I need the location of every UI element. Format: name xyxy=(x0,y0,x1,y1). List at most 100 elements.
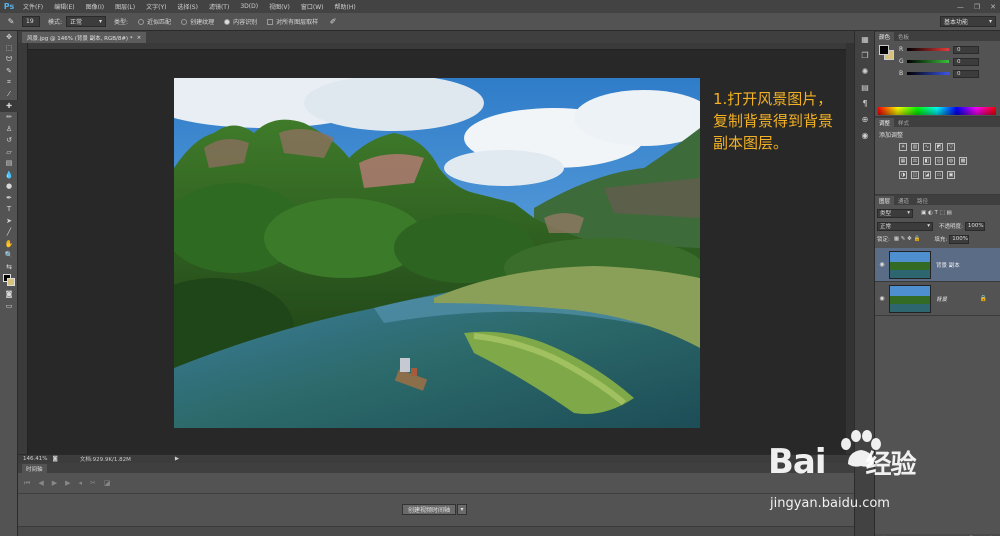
red-value[interactable]: 0 xyxy=(953,45,979,54)
tab-channels[interactable]: 通道 xyxy=(894,196,913,205)
menu-view[interactable]: 视图(V) xyxy=(264,2,296,11)
maximize-button[interactable]: ❐ xyxy=(974,3,980,11)
next-frame-icon[interactable]: ▶ xyxy=(65,479,70,488)
menu-type[interactable]: 文字(Y) xyxy=(141,2,172,11)
quick-mask-icon[interactable]: ◙ xyxy=(0,289,18,301)
levels-icon[interactable]: ▥ xyxy=(911,143,919,151)
green-value[interactable]: 0 xyxy=(953,57,979,66)
quick-select-tool-icon[interactable]: ✎ xyxy=(0,66,18,78)
blue-value[interactable]: 0 xyxy=(953,69,979,78)
blur-tool-icon[interactable]: 💧 xyxy=(0,169,18,181)
properties-icon[interactable]: ❐ xyxy=(855,47,875,63)
brush-settings-icon[interactable]: ✺ xyxy=(855,63,875,79)
prev-frame-icon[interactable]: ◀ xyxy=(38,479,43,488)
pen-tool-icon[interactable]: ✒ xyxy=(0,192,18,204)
hand-tool-icon[interactable]: ✋ xyxy=(0,238,18,250)
document-tab[interactable]: 风景.jpg @ 146% (背景 副本, RGB/8#) * × xyxy=(22,32,147,43)
vibrance-icon[interactable]: ▽ xyxy=(947,143,955,151)
transition-icon[interactable]: ◪ xyxy=(104,479,111,488)
gradient-map-icon[interactable]: ▭ xyxy=(935,171,943,179)
zoom-tool-icon[interactable]: 🔍 xyxy=(0,250,18,262)
tab-adjustments[interactable]: 调整 xyxy=(875,118,895,127)
color-lookup-icon[interactable]: ▩ xyxy=(959,157,967,165)
foreground-swatch[interactable] xyxy=(879,45,889,55)
lock-icons[interactable]: ▦ ✎ ✥ 🔒 xyxy=(894,236,921,242)
workspace-select[interactable]: 基本功能 ▾ xyxy=(940,16,996,27)
red-slider[interactable] xyxy=(907,48,949,51)
menu-select[interactable]: 选择(S) xyxy=(172,2,204,11)
menu-edit[interactable]: 编辑(E) xyxy=(49,2,80,11)
layer-kind-select[interactable]: 类型 ▾ xyxy=(877,208,913,218)
history-brush-tool-icon[interactable]: ↺ xyxy=(0,135,18,147)
tab-timeline[interactable]: 时间轴 xyxy=(22,464,47,473)
info-icon[interactable]: ◉ xyxy=(855,127,875,143)
close-tab-icon[interactable]: × xyxy=(137,35,142,41)
tab-color[interactable]: 颜色 xyxy=(875,32,895,41)
swap-colors-icon[interactable]: ⇆ xyxy=(0,261,18,273)
tab-layers[interactable]: 图层 xyxy=(875,196,895,205)
gradient-tool-icon[interactable]: ▤ xyxy=(0,158,18,170)
visibility-eye-icon[interactable]: ◉ xyxy=(875,295,889,302)
color-spectrum[interactable] xyxy=(878,107,996,115)
split-icon[interactable]: ✂ xyxy=(90,479,96,488)
visibility-eye-icon[interactable]: ◉ xyxy=(875,261,889,268)
horizontal-ruler[interactable] xyxy=(28,43,854,50)
sample-all-layers-checkbox[interactable] xyxy=(267,18,274,25)
dodge-tool-icon[interactable]: ● xyxy=(0,181,18,193)
close-button[interactable]: ✕ xyxy=(990,3,996,11)
mode-select[interactable]: 正常 ▾ xyxy=(66,16,107,27)
create-video-timeline-button[interactable]: 创建视频时间轴 xyxy=(402,504,457,515)
tab-styles[interactable]: 样式 xyxy=(894,118,913,127)
exposure-icon[interactable]: ◩ xyxy=(935,143,943,151)
timeline-dropdown-button[interactable]: ▾ xyxy=(457,504,468,515)
photo-filter-icon[interactable]: ◎ xyxy=(935,157,943,165)
vertical-ruler[interactable] xyxy=(18,43,28,454)
menu-help[interactable]: 帮助(H) xyxy=(330,2,362,11)
tab-swatches[interactable]: 色板 xyxy=(894,32,913,41)
path-select-tool-icon[interactable]: ➤ xyxy=(0,215,18,227)
healing-brush-tool-icon[interactable]: ✚ xyxy=(0,100,18,112)
menu-layer[interactable]: 图层(L) xyxy=(110,2,141,11)
move-tool-icon[interactable]: ✥ xyxy=(0,31,18,43)
threshold-icon[interactable]: ◪ xyxy=(923,171,931,179)
menu-file[interactable]: 文件(F) xyxy=(18,2,49,11)
clone-stamp-tool-icon[interactable]: ♙ xyxy=(0,123,18,135)
pressure-icon[interactable]: ✐ xyxy=(326,16,340,28)
filter-icons[interactable]: ▣ ◐ T ⬚ ▤ xyxy=(921,210,952,216)
first-frame-icon[interactable]: ⏮ xyxy=(24,479,30,488)
posterize-icon[interactable]: ◫ xyxy=(911,171,919,179)
brush-size-picker[interactable]: 19 xyxy=(22,16,40,27)
color-swatches[interactable] xyxy=(0,273,18,289)
create-texture-radio[interactable] xyxy=(181,18,188,25)
fill-field[interactable]: 100% xyxy=(949,234,970,244)
marquee-tool-icon[interactable]: ⬚ xyxy=(0,43,18,55)
zoom-level[interactable]: 146.41% xyxy=(23,456,47,462)
healing-brush-icon[interactable]: ✎ xyxy=(4,16,18,28)
tool-presets-icon[interactable]: ▤ xyxy=(855,79,875,95)
tab-paths[interactable]: 路径 xyxy=(913,196,932,205)
layer-background-copy[interactable]: ◉ 背景 副本 xyxy=(875,248,1000,282)
type-tool-icon[interactable]: T xyxy=(0,204,18,216)
menu-3d[interactable]: 3D(D) xyxy=(235,3,264,10)
character-icon[interactable]: ¶ xyxy=(855,95,875,111)
color-balance-icon[interactable]: ⚖ xyxy=(911,157,919,165)
crop-tool-icon[interactable]: ⌗ xyxy=(0,77,18,89)
proximity-match-radio[interactable] xyxy=(138,18,145,25)
audio-icon[interactable]: ◂ xyxy=(78,479,82,488)
selective-color-icon[interactable]: ▣ xyxy=(947,171,955,179)
menu-image[interactable]: 图像(I) xyxy=(81,2,110,11)
menu-filter[interactable]: 滤镜(T) xyxy=(204,2,235,11)
black-white-icon[interactable]: ◧ xyxy=(923,157,931,165)
content-aware-radio[interactable] xyxy=(224,18,231,25)
play-icon[interactable]: ▶ xyxy=(52,479,57,488)
blue-slider[interactable] xyxy=(907,72,949,75)
history-icon[interactable]: ▦ xyxy=(855,31,875,47)
layer-background[interactable]: ◉ 背景 🔒 xyxy=(875,282,1000,316)
menu-window[interactable]: 窗口(W) xyxy=(296,2,330,11)
lasso-tool-icon[interactable]: ᗢ xyxy=(0,54,18,66)
brightness-icon[interactable]: ☀ xyxy=(899,143,907,151)
minimize-button[interactable]: — xyxy=(957,3,964,11)
eraser-tool-icon[interactable]: ▱ xyxy=(0,146,18,158)
shape-tool-icon[interactable]: ╱ xyxy=(0,227,18,239)
clone-source-icon[interactable]: ⊕ xyxy=(855,111,875,127)
